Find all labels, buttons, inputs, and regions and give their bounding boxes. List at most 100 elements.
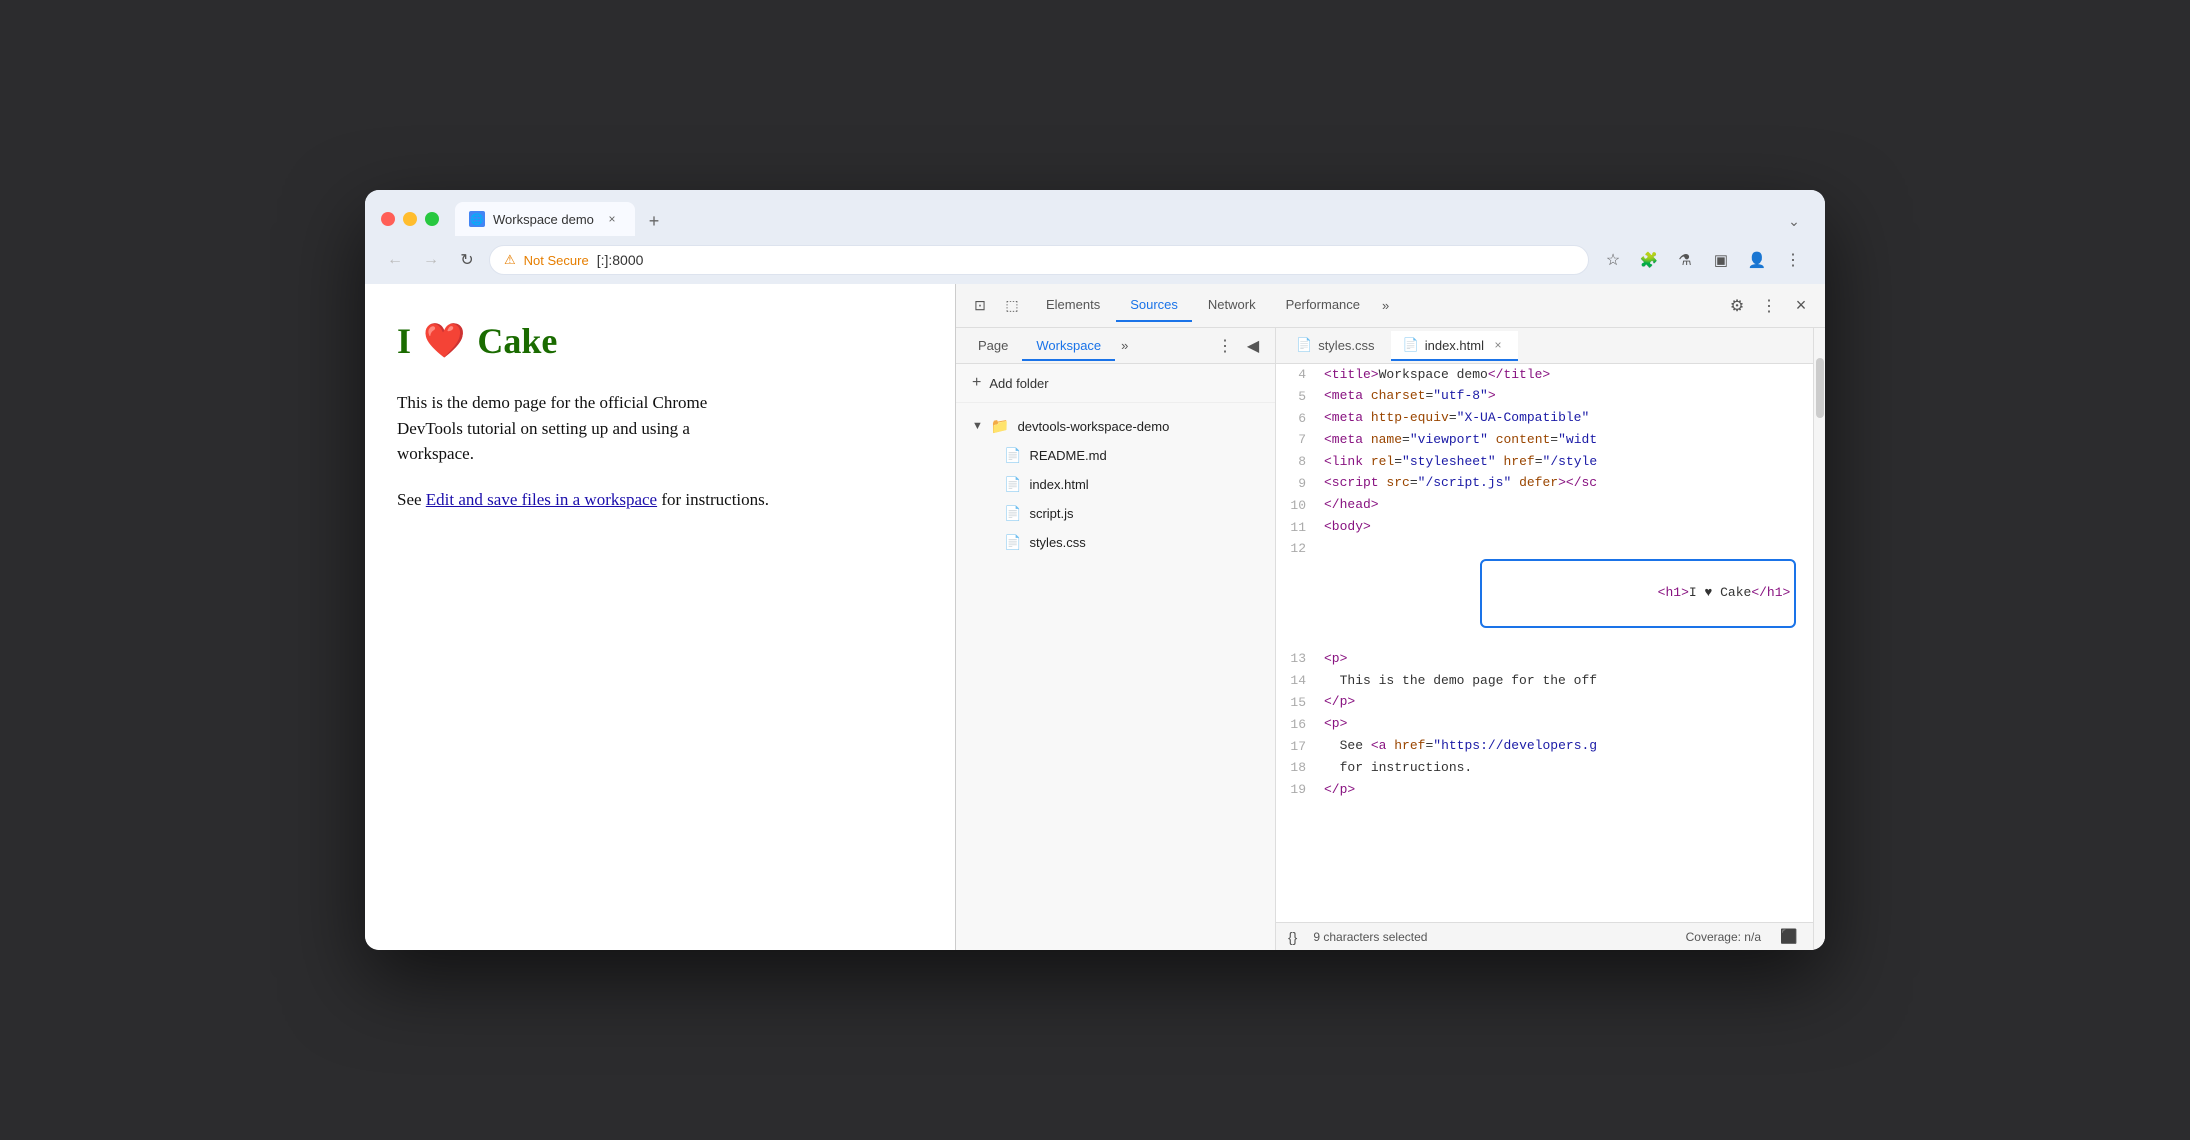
devtools-topbar: ⊡ ⬚ Elements Sources Network Performance <box>956 284 1825 328</box>
editor-tab-close-button[interactable]: × <box>1490 337 1506 353</box>
file-name-script: script.js <box>1029 506 1073 521</box>
refresh-button[interactable]: ↻ <box>453 246 481 274</box>
page-paragraph-2: See Edit and save files in a workspace f… <box>397 487 923 513</box>
file-readme[interactable]: 📄 README.md <box>956 441 1275 470</box>
devtools-statusbar: {} 9 characters selected Coverage: n/a ⬛ <box>1276 922 1813 950</box>
profile-button[interactable]: 👤 <box>1741 244 1773 276</box>
forward-button[interactable]: → <box>417 246 445 274</box>
selection-status: 9 characters selected <box>1313 930 1669 944</box>
code-content[interactable]: 4 <title>Workspace demo</title> 5 <meta … <box>1276 364 1813 922</box>
devtools-settings-button[interactable]: ⚙ <box>1721 290 1753 322</box>
not-secure-label: Not Secure <box>524 253 589 268</box>
code-line-19: 19 </p> <box>1276 779 1813 801</box>
maximize-window-button[interactable] <box>425 212 439 226</box>
folder-arrow-icon: ▼ <box>972 420 983 432</box>
editor-tab-index[interactable]: 📄 index.html × <box>1391 331 1518 361</box>
editor-tab-styles-label: styles.css <box>1318 338 1374 353</box>
folder-name: devtools-workspace-demo <box>1018 419 1170 434</box>
code-line-14: 14 This is the demo page for the off <box>1276 670 1813 692</box>
editor-scrollbar[interactable] <box>1813 328 1825 950</box>
folder-icon: 📁 <box>991 417 1010 435</box>
more-button[interactable]: ⋮ <box>1777 244 1809 276</box>
html-file-icon: 📄 <box>1403 337 1419 353</box>
page-content: I ❤️ Cake This is the demo page for the … <box>365 284 955 950</box>
folder-item[interactable]: ▼ 📁 devtools-workspace-demo <box>956 411 1275 441</box>
devtools-body: Page Workspace » ⋮ ◀ + Add folder <box>956 328 1825 950</box>
extension-button[interactable]: 🧩 <box>1633 244 1665 276</box>
paragraph-2-before: See <box>397 490 426 509</box>
devtools-tab-network[interactable]: Network <box>1194 289 1270 322</box>
devtools-tab-elements[interactable]: Elements <box>1032 289 1114 322</box>
url-text: [:]:8000 <box>597 252 644 268</box>
file-name-index: index.html <box>1029 477 1088 492</box>
code-line-7: 7 <meta name="viewport" content="widt <box>1276 429 1813 451</box>
file-name-readme: README.md <box>1029 448 1106 463</box>
format-button[interactable]: {} <box>1288 929 1297 945</box>
code-line-9: 9 <script src="/script.js" defer></sc <box>1276 473 1813 495</box>
editor-tabs: 📄 styles.css 📄 index.html × <box>1276 328 1813 364</box>
title-bar: 🌐 Workspace demo × + ⌄ <box>365 190 1825 236</box>
sidebar-button[interactable]: ▣ <box>1705 244 1737 276</box>
heading-text-i: I <box>397 320 411 362</box>
sources-subtabs: Page Workspace » ⋮ ◀ <box>956 328 1275 364</box>
devtools-close-button[interactable]: × <box>1785 290 1817 322</box>
browser-window: 🌐 Workspace demo × + ⌄ ← → ↻ ⚠ Not Secur… <box>365 190 1825 950</box>
sources-kebab-button[interactable]: ⋮ <box>1211 332 1239 360</box>
devtools-panel: ⊡ ⬚ Elements Sources Network Performance <box>955 284 1825 950</box>
page-paragraph-1: This is the demo page for the official C… <box>397 390 923 467</box>
file-tree: ▼ 📁 devtools-workspace-demo 📄 README.md … <box>956 403 1275 950</box>
heart-icon: ❤️ <box>423 321 465 361</box>
browser-tab[interactable]: 🌐 Workspace demo × <box>455 202 635 236</box>
devtools-tabs: Elements Sources Network Performance » <box>1028 289 1721 322</box>
file-styles-css[interactable]: 📄 styles.css <box>956 528 1275 557</box>
bookmark-button[interactable]: ☆ <box>1597 244 1629 276</box>
tab-close-button[interactable]: × <box>603 210 621 228</box>
address-bar[interactable]: ⚠ Not Secure [:]:8000 <box>489 245 1589 275</box>
code-line-5: 5 <meta charset="utf-8"> <box>1276 386 1813 408</box>
new-tab-button[interactable]: + <box>639 206 669 236</box>
editor-tab-styles[interactable]: 📄 styles.css <box>1284 331 1387 361</box>
code-line-18: 18 for instructions. <box>1276 757 1813 779</box>
code-editor: 📄 styles.css 📄 index.html × <box>1276 328 1813 950</box>
devtools-tab-sources[interactable]: Sources <box>1116 289 1192 322</box>
highlighted-h1: <h1>I ♥ Cake</h1> <box>1480 559 1796 627</box>
toolbar-actions: ☆ 🧩 ⚗ ▣ 👤 ⋮ <box>1597 244 1809 276</box>
tab-expand-button[interactable]: ⌄ <box>1779 206 1809 236</box>
sources-collapse-button[interactable]: ◀ <box>1239 332 1267 360</box>
file-icon-html: 📄 <box>1004 476 1021 493</box>
scrollbar-thumb[interactable] <box>1816 358 1824 418</box>
coverage-status: Coverage: n/a <box>1686 930 1761 944</box>
code-line-4: 4 <title>Workspace demo</title> <box>1276 364 1813 386</box>
devtools-device-button[interactable]: ⬚ <box>996 290 1028 322</box>
sources-page-tab[interactable]: Page <box>964 332 1022 361</box>
page-heading: I ❤️ Cake <box>397 320 923 362</box>
code-line-8: 8 <link rel="stylesheet" href="/style <box>1276 451 1813 473</box>
code-line-10: 10 </head> <box>1276 495 1813 517</box>
devtools-tab-performance[interactable]: Performance <box>1272 289 1374 322</box>
minimize-window-button[interactable] <box>403 212 417 226</box>
sources-more-subtabs[interactable]: » <box>1115 334 1134 357</box>
back-button[interactable]: ← <box>381 246 409 274</box>
flask-button[interactable]: ⚗ <box>1669 244 1701 276</box>
close-window-button[interactable] <box>381 212 395 226</box>
file-script-js[interactable]: 📄 script.js <box>956 499 1275 528</box>
workspace-link[interactable]: Edit and save files in a workspace <box>426 490 657 509</box>
code-line-11: 11 <body> <box>1276 517 1813 539</box>
file-index-html[interactable]: 📄 index.html <box>956 470 1275 499</box>
content-area: I ❤️ Cake This is the demo page for the … <box>365 284 1825 950</box>
devtools-inspect-button[interactable]: ⊡ <box>964 290 996 322</box>
add-folder-button[interactable]: + Add folder <box>956 364 1275 403</box>
screenshot-button[interactable]: ⬛ <box>1777 925 1801 949</box>
devtools-more-tabs-button[interactable]: » <box>1376 290 1395 321</box>
code-line-6: 6 <meta http-equiv="X-UA-Compatible" <box>1276 408 1813 430</box>
editor-tab-index-label: index.html <box>1425 338 1484 353</box>
devtools-kebab-button[interactable]: ⋮ <box>1753 290 1785 322</box>
code-table: 4 <title>Workspace demo</title> 5 <meta … <box>1276 364 1813 801</box>
paragraph-2-after: for instructions. <box>657 490 769 509</box>
sources-workspace-tab[interactable]: Workspace <box>1022 332 1115 361</box>
code-line-15: 15 </p> <box>1276 692 1813 714</box>
file-icon-js: 📄 <box>1004 505 1021 522</box>
tab-favicon-icon: 🌐 <box>469 211 485 227</box>
file-name-styles: styles.css <box>1029 535 1085 550</box>
file-icon-css: 📄 <box>1004 534 1021 551</box>
